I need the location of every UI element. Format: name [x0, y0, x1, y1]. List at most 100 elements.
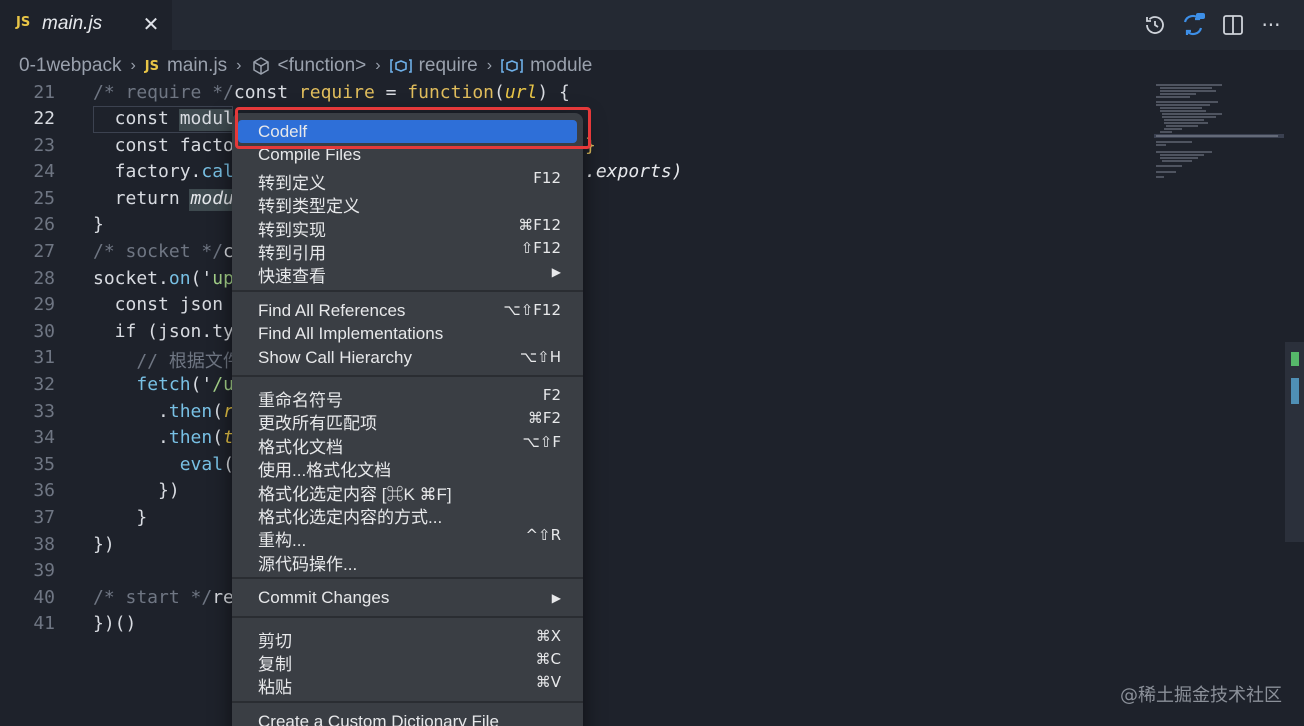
line-number: 29	[33, 294, 55, 315]
tab-bar: JS main.js ✕ ···	[0, 0, 1304, 50]
scrollbar-change-marker	[1291, 352, 1299, 366]
line-number: 24	[33, 161, 55, 182]
line-number: 23	[33, 135, 55, 156]
line-number: 37	[33, 507, 55, 528]
menu-item-shortcut: ⌥⇧H	[519, 347, 561, 366]
menu-item[interactable]: Commit Changes ▶	[238, 586, 577, 609]
more-icon[interactable]: ···	[1258, 11, 1284, 39]
breadcrumb-module[interactable]: module	[501, 55, 592, 77]
menu-item-shortcut: ⌘V	[535, 673, 561, 692]
line-number: 38	[33, 534, 55, 555]
code-line-27: /* socket */c	[93, 241, 234, 262]
submenu-arrow-icon: ▶	[551, 265, 561, 280]
menu-item[interactable]: 源代码操作...	[238, 548, 577, 574]
tab-label: main.js	[42, 13, 103, 34]
line-number: 25	[33, 188, 55, 209]
menu-item-label: 快速查看	[258, 267, 326, 287]
code-line-36: })	[93, 480, 180, 501]
menu-item-label: Commit Changes	[258, 588, 390, 608]
menu-item[interactable]: Create a Custom Dictionary File	[238, 710, 577, 726]
menu-item-label: 粘贴	[258, 678, 292, 698]
menu-item[interactable]: 重构... ^⇧R	[238, 524, 577, 550]
line-number: 40	[33, 587, 55, 608]
menu-item-label: Find All Implementations	[258, 324, 444, 344]
menu-item[interactable]: 转到定义 F12	[238, 167, 577, 193]
menu-item[interactable]: Show Call Hierarchy ⌥⇧H	[238, 346, 577, 369]
js-file-icon: JS	[16, 15, 31, 30]
sync-icon[interactable]	[1180, 11, 1206, 39]
menu-item[interactable]: 复制 ⌘C	[238, 648, 577, 674]
breadcrumb-require[interactable]: require	[389, 55, 478, 77]
scrollbar-thumb[interactable]	[1285, 342, 1304, 542]
cube-icon	[251, 56, 271, 76]
line-number: 27	[33, 241, 55, 262]
menu-item[interactable]: 格式化选定内容的方式...	[238, 501, 577, 527]
breadcrumb-label: <function>	[277, 55, 367, 76]
breadcrumb-label: require	[418, 55, 478, 76]
code-line-21: /* require */const require = function(ur…	[93, 82, 570, 103]
menu-item[interactable]: 粘贴 ⌘V	[238, 671, 577, 697]
split-editor-icon[interactable]	[1220, 11, 1246, 39]
breadcrumb-file[interactable]: JS main.js	[145, 55, 227, 77]
code-line-32: fetch('/u	[136, 374, 234, 395]
context-menu: Codelf Compile Files 转到定义 F12 转到类型定义 转到实现 ⌘F12…	[232, 113, 583, 726]
menu-item[interactable]: 重命名符号 F2	[238, 384, 577, 410]
menu-item[interactable]: 转到引用 ⇧F12	[238, 237, 577, 263]
menu-item-label: Create a Custom Dictionary File	[258, 711, 499, 726]
history-icon[interactable]	[1142, 11, 1168, 39]
menu-item[interactable]: 更改所有匹配项 ⌘F2	[238, 407, 577, 433]
menu-item[interactable]: 转到实现 ⌘F12	[238, 214, 577, 240]
code-line-38: })	[93, 534, 115, 555]
menu-item-shortcut: ⌘C	[535, 650, 561, 668]
breadcrumb-function[interactable]: <function>	[251, 55, 367, 77]
line-number: 28	[33, 268, 55, 289]
code-line-37: }	[93, 507, 148, 528]
submenu-arrow-icon: ▶	[551, 591, 561, 606]
editor-window: JS main.js ✕ ··· 0-1webpack › JS main.js…	[0, 0, 1304, 726]
breadcrumb-label: main.js	[166, 55, 228, 76]
breadcrumb-label: module	[530, 55, 593, 76]
menu-separator	[232, 615, 583, 618]
menu-item[interactable]: Find All References ⌥⇧F12	[238, 299, 577, 322]
menu-item[interactable]: 格式化选定内容 [⌘K ⌘F]	[238, 478, 577, 504]
menu-item[interactable]: 格式化文档 ⌥⇧F	[238, 431, 577, 457]
js-file-icon: JS	[144, 58, 159, 74]
line-number: 22	[33, 108, 55, 129]
menu-item-label: Show Call Hierarchy	[258, 347, 412, 367]
line-number: 36	[33, 480, 55, 501]
chevron-right-icon: ›	[130, 57, 136, 74]
code-line-31: // 根据文件	[93, 351, 241, 372]
variable-icon	[389, 58, 412, 74]
line-number: 35	[33, 454, 55, 475]
menu-separator	[232, 577, 583, 580]
menu-item-shortcut: ⌘X	[535, 626, 561, 645]
line-number: 31	[33, 347, 55, 368]
code-line-23: const facto	[93, 135, 234, 156]
code-line-34: .then(t	[93, 427, 234, 448]
annotation-highlight-box	[235, 107, 591, 149]
line-number: 39	[33, 560, 55, 581]
menu-separator	[232, 289, 583, 292]
menu-separator	[232, 375, 583, 377]
code-line-29: const json	[93, 294, 224, 315]
line-number: 33	[33, 401, 55, 422]
code-line-22: const modul	[93, 108, 234, 129]
menu-item[interactable]: 使用...格式化文档	[238, 454, 577, 480]
tab-main-js[interactable]: JS main.js ✕	[0, 0, 172, 50]
menu-item-shortcut: ⌘F12	[518, 215, 561, 234]
code-line-30: if (json.ty	[93, 321, 234, 342]
menu-item-shortcut: F2	[542, 386, 561, 404]
menu-item[interactable]: 快速查看 ▶	[238, 260, 577, 286]
breadcrumb-folder[interactable]: 0-1webpack	[19, 55, 121, 77]
line-number: 32	[33, 374, 55, 395]
menu-item[interactable]: 转到类型定义	[238, 190, 577, 216]
breadcrumb: 0-1webpack › JS main.js › <function> › r…	[0, 50, 1304, 82]
minimap[interactable]	[1152, 82, 1284, 202]
code-line-25: return modu	[93, 188, 234, 209]
menu-item-shortcut: ⇧F12	[520, 239, 561, 257]
menu-item-shortcut: ⌥⇧F12	[503, 300, 561, 319]
menu-item[interactable]: Find All Implementations	[238, 322, 577, 345]
menu-item[interactable]: 剪切 ⌘X	[238, 625, 577, 651]
close-icon[interactable]: ✕	[140, 13, 162, 35]
menu-separator	[232, 700, 583, 703]
